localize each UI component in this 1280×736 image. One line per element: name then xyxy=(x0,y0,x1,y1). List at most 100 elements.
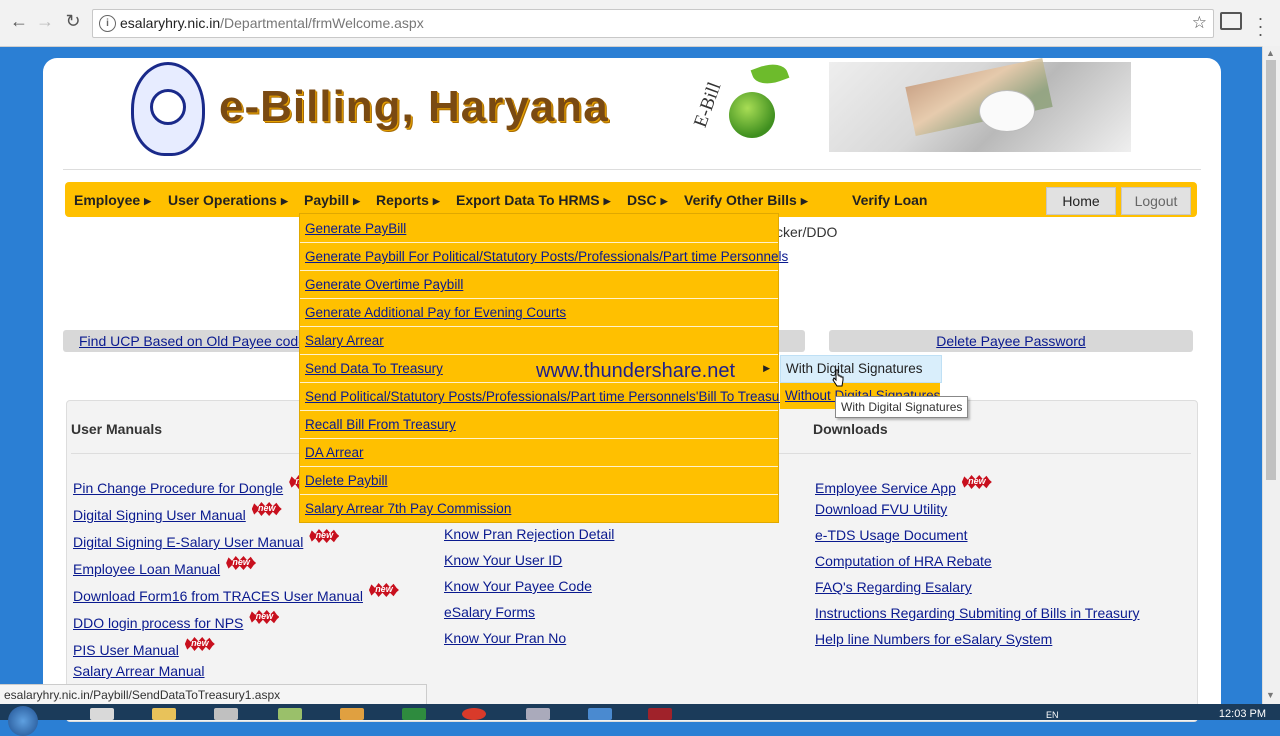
logout-button[interactable]: Logout xyxy=(1121,187,1191,215)
middle-link[interactable]: Know Your User ID xyxy=(444,552,562,568)
browser-toolbar: ← → ↻ i esalaryhry.nic.in/Departmental/f… xyxy=(0,0,1280,47)
folder-icon[interactable] xyxy=(152,708,176,720)
dd-generate-overtime[interactable]: Generate Overtime Paybill xyxy=(300,270,778,299)
manual-link[interactable]: DDO login process for NPS xyxy=(73,615,243,631)
menu-dsc[interactable]: DSC ▶ xyxy=(627,192,667,208)
menu-label: Verify Other Bills xyxy=(684,192,797,208)
windows-taskbar: EN 12:03 PM xyxy=(0,704,1280,736)
dd-label: Generate PayBill xyxy=(305,221,407,236)
manual-link[interactable]: Download Form16 from TRACES User Manual xyxy=(73,588,363,604)
menu-verify-loan[interactable]: Verify Loan xyxy=(852,192,927,208)
ebill-logo-text: E-Bill xyxy=(689,79,726,131)
middle-link[interactable]: Know Your Pran No xyxy=(444,630,566,646)
download-link[interactable]: Download FVU Utility xyxy=(815,501,947,517)
reload-icon[interactable]: ↻ xyxy=(62,10,84,32)
bookmark-star-icon[interactable]: ☆ xyxy=(1192,13,1207,33)
scroll-down-icon[interactable]: ▼ xyxy=(1266,690,1275,700)
dd-delete-paybill[interactable]: Delete Paybill xyxy=(300,466,778,495)
middle-link[interactable]: Know Pran Rejection Detail xyxy=(444,526,614,542)
user-manual-item: Employee Loan Manual new xyxy=(73,556,256,577)
dd-send-political-bill[interactable]: Send Political/Statutory Posts/Professio… xyxy=(300,382,791,411)
manual-link[interactable]: Pin Change Procedure for Dongle xyxy=(73,480,283,496)
download-link[interactable]: FAQ's Regarding Esalary xyxy=(815,579,972,595)
menu-label: Verify Loan xyxy=(852,192,928,208)
middle-link[interactable]: eSalary Forms xyxy=(444,604,535,620)
menu-user-operations[interactable]: User Operations ▶ xyxy=(168,192,288,208)
download-link[interactable]: Help line Numbers for eSalary System xyxy=(815,631,1052,647)
submenu-label: With Digital Signatures xyxy=(786,361,923,376)
haryana-emblem-icon xyxy=(131,62,205,156)
dd-generate-paybill-political[interactable]: Generate Paybill For Political/Statutory… xyxy=(300,242,788,271)
manual-link[interactable]: Salary Arrear Manual xyxy=(73,663,205,679)
caret-right-icon: ▶ xyxy=(603,196,611,206)
start-button-icon[interactable] xyxy=(8,706,38,736)
middle-list-item: Know Your User ID xyxy=(444,552,562,568)
caret-right-icon: ▶ xyxy=(660,196,668,206)
manual-link[interactable]: Employee Loan Manual xyxy=(73,561,220,577)
menu-label: Reports xyxy=(376,192,429,208)
menu-kebab-icon[interactable]: ... xyxy=(1258,5,1263,39)
cast-icon[interactable] xyxy=(1220,12,1242,30)
vertical-scrollbar[interactable]: ▲ ▼ xyxy=(1262,46,1280,704)
leaf-icon xyxy=(750,58,790,90)
taskbar-app-icon[interactable] xyxy=(214,708,238,720)
menu-label: Export Data To HRMS xyxy=(456,192,600,208)
find-ucp-link[interactable]: Find UCP Based on Old Payee code , xyxy=(79,330,314,352)
dd-da-arrear[interactable]: DA Arrear xyxy=(300,438,778,467)
dd-recall-bill[interactable]: Recall Bill From Treasury xyxy=(300,410,778,439)
info-icon[interactable]: i xyxy=(99,15,116,32)
new-badge-icon: new xyxy=(369,583,399,597)
delete-payee-password-link[interactable]: Delete Payee Password xyxy=(936,333,1085,349)
menu-export-hrms[interactable]: Export Data To HRMS ▶ xyxy=(456,192,611,208)
menu-paybill[interactable]: Paybill ▶ xyxy=(304,192,360,208)
new-badge-icon: new xyxy=(962,475,992,489)
language-indicator[interactable]: EN xyxy=(1046,710,1059,720)
taskbar-app-icon[interactable] xyxy=(588,708,612,720)
menu-employee[interactable]: Employee ▶ xyxy=(74,192,151,208)
scrollbar-thumb[interactable] xyxy=(1266,60,1276,480)
caret-right-icon: ▶ xyxy=(280,196,288,206)
forward-arrow-icon[interactable]: → xyxy=(34,10,56,32)
home-button[interactable]: Home xyxy=(1046,187,1116,215)
address-url[interactable]: esalaryhry.nic.in/Departmental/frmWelcom… xyxy=(120,15,424,31)
menu-label: Paybill xyxy=(304,192,350,208)
chrome-icon[interactable] xyxy=(462,708,486,720)
menu-reports[interactable]: Reports ▶ xyxy=(376,192,440,208)
taskbar-app-icon[interactable] xyxy=(90,708,114,720)
downloads-title: Downloads xyxy=(813,421,888,437)
brand-title: e-Billing, Haryana xyxy=(219,82,609,131)
taskbar-app-icon[interactable] xyxy=(340,708,364,720)
middle-link[interactable]: Know Your Payee Code xyxy=(444,578,592,594)
download-link[interactable]: e-TDS Usage Document xyxy=(815,527,968,543)
download-item: FAQ's Regarding Esalary xyxy=(815,579,972,595)
caret-right-icon: ▶ xyxy=(144,196,152,206)
dd-label: Generate Additional Pay for Evening Cour… xyxy=(305,305,567,320)
dd-additional-pay[interactable]: Generate Additional Pay for Evening Cour… xyxy=(300,298,778,327)
middle-list-item: Know Pran Rejection Detail xyxy=(444,526,614,542)
download-link[interactable]: Computation of HRA Rebate xyxy=(815,553,992,569)
user-manual-item: Digital Signing User Manual new xyxy=(73,502,282,523)
menu-verify-other-bills[interactable]: Verify Other Bills ▶ xyxy=(684,192,808,208)
manual-link[interactable]: PIS User Manual xyxy=(73,642,179,658)
excel-icon[interactable] xyxy=(402,708,426,720)
dd-generate-paybill[interactable]: Generate PayBill xyxy=(300,214,778,243)
scroll-up-icon[interactable]: ▲ xyxy=(1266,48,1275,58)
manual-link[interactable]: Digital Signing E-Salary User Manual xyxy=(73,534,303,550)
taskbar-app-icon[interactable] xyxy=(648,708,672,720)
dd-salary-arrear[interactable]: Salary Arrear xyxy=(300,326,778,355)
new-badge-icon: new xyxy=(252,502,282,516)
back-arrow-icon[interactable]: ← xyxy=(8,10,30,32)
middle-list-item: eSalary Forms xyxy=(444,604,535,620)
taskbar-app-icon[interactable] xyxy=(278,708,302,720)
caret-right-icon: ▶ xyxy=(353,196,361,206)
address-bar[interactable]: i esalaryhry.nic.in/Departmental/frmWelc… xyxy=(92,9,1214,38)
new-badge-icon: new xyxy=(249,610,279,624)
submenu-with-digital-signatures[interactable]: With Digital Signatures xyxy=(780,355,942,383)
dd-salary-arrear-7th[interactable]: Salary Arrear 7th Pay Commission xyxy=(300,494,778,522)
download-link[interactable]: Instructions Regarding Submiting of Bill… xyxy=(815,605,1139,621)
download-link[interactable]: Employee Service App xyxy=(815,480,956,496)
taskbar-clock[interactable]: 12:03 PM xyxy=(1219,708,1266,720)
taskbar-app-icon[interactable] xyxy=(526,708,550,720)
mouse-image xyxy=(979,90,1035,132)
manual-link[interactable]: Digital Signing User Manual xyxy=(73,507,246,523)
